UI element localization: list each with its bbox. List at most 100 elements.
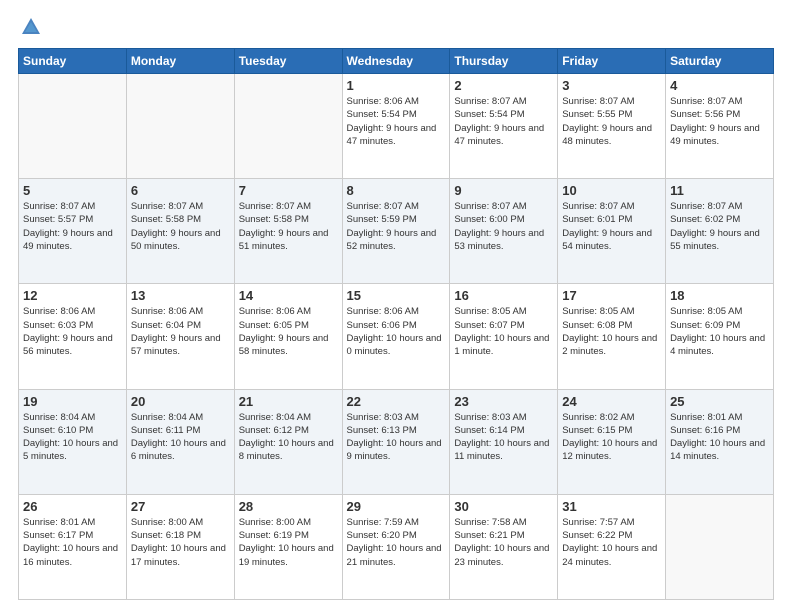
day-number: 7 bbox=[239, 183, 338, 198]
calendar-day: 31Sunrise: 7:57 AMSunset: 6:22 PMDayligh… bbox=[558, 494, 666, 599]
day-info: Sunrise: 8:07 AMSunset: 5:55 PMDaylight:… bbox=[562, 95, 661, 148]
day-info: Sunrise: 8:01 AMSunset: 6:17 PMDaylight:… bbox=[23, 516, 122, 569]
calendar-day: 14 Sunrise: 8:06 AMSunset: 6:05 PMDayligh… bbox=[234, 284, 342, 389]
day-info: Sunrise: 8:07 AMSunset: 6:01 PMDaylight:… bbox=[562, 200, 661, 253]
day-info: Sunrise: 7:59 AMSunset: 6:20 PMDaylight:… bbox=[347, 516, 446, 569]
day-info: Sunrise: 8:00 AMSunset: 6:18 PMDaylight:… bbox=[131, 516, 230, 569]
calendar-week-row: 1 Sunrise: 8:06 AMSunset: 5:54 PMDaylight… bbox=[19, 74, 774, 179]
calendar-day: 28 Sunrise: 8:00 AMSunset: 6:19 PMDayligh… bbox=[234, 494, 342, 599]
day-info: Sunrise: 8:05 AMSunset: 6:08 PMDaylight:… bbox=[562, 305, 661, 358]
day-info: Sunrise: 8:06 AMSunset: 6:05 PMDaylight:… bbox=[239, 305, 338, 358]
day-info: Sunrise: 8:07 AMSunset: 5:56 PMDaylight:… bbox=[670, 95, 769, 148]
calendar-day: 29 Sunrise: 7:59 AMSunset: 6:20 PMDayligh… bbox=[342, 494, 450, 599]
day-number: 26 bbox=[23, 499, 122, 514]
day-number: 1 bbox=[347, 78, 446, 93]
calendar-day: 16 Sunrise: 8:05 AMSunset: 6:07 PMDayligh… bbox=[450, 284, 558, 389]
calendar-day: 23 Sunrise: 8:03 AMSunset: 6:14 PMDayligh… bbox=[450, 389, 558, 494]
calendar-day: 8 Sunrise: 8:07 AMSunset: 5:59 PMDaylight… bbox=[342, 179, 450, 284]
day-number: 12 bbox=[23, 288, 122, 303]
day-header-tuesday: Tuesday bbox=[234, 49, 342, 74]
day-number: 20 bbox=[131, 394, 230, 409]
calendar-day: 24 Sunrise: 8:02 AMSunset: 6:15 PMDayligh… bbox=[558, 389, 666, 494]
day-number: 9 bbox=[454, 183, 553, 198]
day-info: Sunrise: 8:06 AMSunset: 5:54 PMDaylight:… bbox=[347, 95, 446, 148]
day-number: 27 bbox=[131, 499, 230, 514]
day-info: Sunrise: 8:06 AMSunset: 6:04 PMDaylight:… bbox=[131, 305, 230, 358]
calendar-day: 2 Sunrise: 8:07 AMSunset: 5:54 PMDaylight… bbox=[450, 74, 558, 179]
day-number: 14 bbox=[239, 288, 338, 303]
day-info: Sunrise: 7:58 AMSunset: 6:21 PMDaylight:… bbox=[454, 516, 553, 569]
day-number: 10 bbox=[562, 183, 661, 198]
day-info: Sunrise: 8:07 AMSunset: 5:54 PMDaylight:… bbox=[454, 95, 553, 148]
calendar-day: 19Sunrise: 8:04 AMSunset: 6:10 PMDayligh… bbox=[19, 389, 127, 494]
day-number: 15 bbox=[347, 288, 446, 303]
calendar-week-row: 12 Sunrise: 8:06 AMSunset: 6:03 PMDayligh… bbox=[19, 284, 774, 389]
calendar-day: 25Sunrise: 8:01 AMSunset: 6:16 PMDayligh… bbox=[666, 389, 774, 494]
calendar-day: 3 Sunrise: 8:07 AMSunset: 5:55 PMDaylight… bbox=[558, 74, 666, 179]
calendar-day: 18 Sunrise: 8:05 AMSunset: 6:09 PMDayligh… bbox=[666, 284, 774, 389]
calendar-day: 4Sunrise: 8:07 AMSunset: 5:56 PMDaylight… bbox=[666, 74, 774, 179]
day-info: Sunrise: 8:07 AMSunset: 5:58 PMDaylight:… bbox=[239, 200, 338, 253]
calendar-day: 30 Sunrise: 7:58 AMSunset: 6:21 PMDayligh… bbox=[450, 494, 558, 599]
day-header-sunday: Sunday bbox=[19, 49, 127, 74]
day-number: 22 bbox=[347, 394, 446, 409]
day-number: 21 bbox=[239, 394, 338, 409]
day-number: 24 bbox=[562, 394, 661, 409]
day-header-wednesday: Wednesday bbox=[342, 49, 450, 74]
day-number: 16 bbox=[454, 288, 553, 303]
page: SundayMondayTuesdayWednesdayThursdayFrid… bbox=[0, 0, 792, 612]
day-number: 28 bbox=[239, 499, 338, 514]
logo-icon bbox=[20, 16, 42, 38]
day-header-saturday: Saturday bbox=[666, 49, 774, 74]
day-number: 23 bbox=[454, 394, 553, 409]
day-info: Sunrise: 8:02 AMSunset: 6:15 PMDaylight:… bbox=[562, 411, 661, 464]
calendar-day bbox=[666, 494, 774, 599]
logo bbox=[18, 16, 46, 38]
day-info: Sunrise: 8:05 AMSunset: 6:07 PMDaylight:… bbox=[454, 305, 553, 358]
day-number: 18 bbox=[670, 288, 769, 303]
calendar-day bbox=[126, 74, 234, 179]
calendar-day: 12 Sunrise: 8:06 AMSunset: 6:03 PMDayligh… bbox=[19, 284, 127, 389]
day-info: Sunrise: 8:07 AMSunset: 5:57 PMDaylight:… bbox=[23, 200, 122, 253]
calendar-week-row: 26 Sunrise: 8:01 AMSunset: 6:17 PMDayligh… bbox=[19, 494, 774, 599]
calendar-table: SundayMondayTuesdayWednesdayThursdayFrid… bbox=[18, 48, 774, 600]
calendar-day: 17 Sunrise: 8:05 AMSunset: 6:08 PMDayligh… bbox=[558, 284, 666, 389]
day-number: 11 bbox=[670, 183, 769, 198]
day-info: Sunrise: 8:03 AMSunset: 6:14 PMDaylight:… bbox=[454, 411, 553, 464]
calendar-day: 27 Sunrise: 8:00 AMSunset: 6:18 PMDayligh… bbox=[126, 494, 234, 599]
day-number: 5 bbox=[23, 183, 122, 198]
day-header-monday: Monday bbox=[126, 49, 234, 74]
day-number: 29 bbox=[347, 499, 446, 514]
calendar-day: 5 Sunrise: 8:07 AMSunset: 5:57 PMDaylight… bbox=[19, 179, 127, 284]
day-number: 2 bbox=[454, 78, 553, 93]
calendar-week-row: 19Sunrise: 8:04 AMSunset: 6:10 PMDayligh… bbox=[19, 389, 774, 494]
day-number: 8 bbox=[347, 183, 446, 198]
day-info: Sunrise: 8:06 AMSunset: 6:06 PMDaylight:… bbox=[347, 305, 446, 358]
day-info: Sunrise: 8:05 AMSunset: 6:09 PMDaylight:… bbox=[670, 305, 769, 358]
day-number: 6 bbox=[131, 183, 230, 198]
calendar-day: 26 Sunrise: 8:01 AMSunset: 6:17 PMDayligh… bbox=[19, 494, 127, 599]
calendar-day: 20 Sunrise: 8:04 AMSunset: 6:11 PMDayligh… bbox=[126, 389, 234, 494]
day-number: 25 bbox=[670, 394, 769, 409]
calendar-week-row: 5 Sunrise: 8:07 AMSunset: 5:57 PMDaylight… bbox=[19, 179, 774, 284]
day-number: 17 bbox=[562, 288, 661, 303]
calendar-day: 11Sunrise: 8:07 AMSunset: 6:02 PMDayligh… bbox=[666, 179, 774, 284]
day-info: Sunrise: 8:04 AMSunset: 6:11 PMDaylight:… bbox=[131, 411, 230, 464]
day-info: Sunrise: 7:57 AMSunset: 6:22 PMDaylight:… bbox=[562, 516, 661, 569]
calendar-day bbox=[234, 74, 342, 179]
calendar-day: 1 Sunrise: 8:06 AMSunset: 5:54 PMDaylight… bbox=[342, 74, 450, 179]
day-number: 19 bbox=[23, 394, 122, 409]
day-number: 3 bbox=[562, 78, 661, 93]
day-info: Sunrise: 8:07 AMSunset: 5:59 PMDaylight:… bbox=[347, 200, 446, 253]
calendar-day: 10 Sunrise: 8:07 AMSunset: 6:01 PMDayligh… bbox=[558, 179, 666, 284]
day-info: Sunrise: 8:06 AMSunset: 6:03 PMDaylight:… bbox=[23, 305, 122, 358]
day-info: Sunrise: 8:07 AMSunset: 5:58 PMDaylight:… bbox=[131, 200, 230, 253]
day-number: 13 bbox=[131, 288, 230, 303]
calendar-day: 7 Sunrise: 8:07 AMSunset: 5:58 PMDaylight… bbox=[234, 179, 342, 284]
calendar-header-row: SundayMondayTuesdayWednesdayThursdayFrid… bbox=[19, 49, 774, 74]
day-info: Sunrise: 8:00 AMSunset: 6:19 PMDaylight:… bbox=[239, 516, 338, 569]
day-number: 30 bbox=[454, 499, 553, 514]
day-header-thursday: Thursday bbox=[450, 49, 558, 74]
calendar-day bbox=[19, 74, 127, 179]
calendar-day: 9Sunrise: 8:07 AMSunset: 6:00 PMDaylight… bbox=[450, 179, 558, 284]
